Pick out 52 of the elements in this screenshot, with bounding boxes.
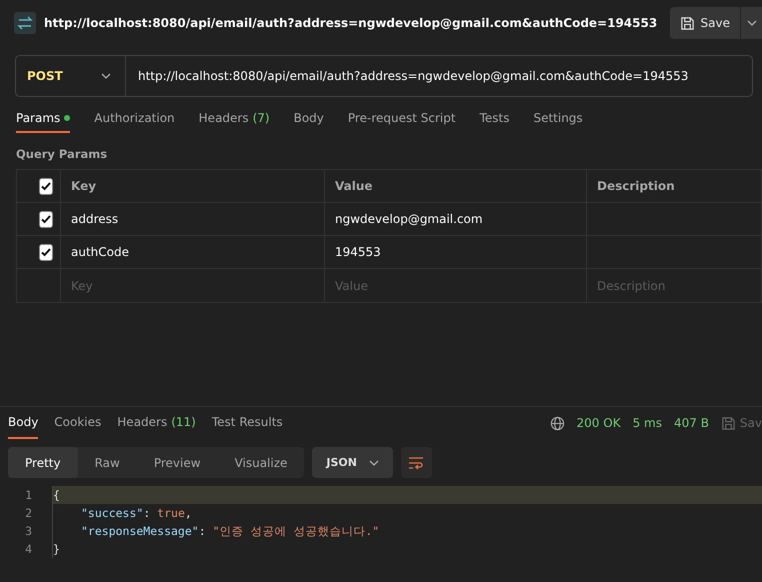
- wrap-button[interactable]: [400, 447, 432, 478]
- time-text: 5 ms: [632, 416, 662, 430]
- checkbox[interactable]: [39, 244, 53, 260]
- chevron-down-icon: [101, 73, 111, 79]
- table-cell[interactable]: ngwdevelop@gmail.com: [325, 203, 587, 236]
- request-tab[interactable]: Headers (7): [198, 105, 270, 133]
- code-line: "success": true,: [52, 504, 762, 522]
- status-text: 200 OK: [576, 416, 621, 430]
- request-tab[interactable]: Pre-request Script: [348, 105, 456, 133]
- line-number: 4: [24, 542, 33, 556]
- save-icon: [720, 416, 736, 430]
- table-cell[interactable]: authCode: [61, 236, 325, 269]
- save-icon: [680, 16, 695, 30]
- chevron-down-icon: [746, 20, 756, 26]
- method-dropdown[interactable]: POST: [16, 56, 126, 96]
- line-number: 2: [24, 506, 33, 520]
- format-dropdown[interactable]: JSON: [312, 447, 393, 478]
- column-header: Key: [61, 170, 325, 203]
- request-bar[interactable]: POST http://localhost:8080/api/email/auth?address=ngwdevelop@gmail.com&authCode=194553: [15, 55, 753, 97]
- request-tab[interactable]: Settings: [533, 105, 583, 133]
- column-header: Description: [587, 170, 762, 203]
- code-line: }: [52, 540, 762, 558]
- chevron-down-icon: [368, 460, 379, 466]
- response-tab[interactable]: Test Results: [212, 407, 283, 439]
- globe-icon: [550, 416, 565, 430]
- line-number: 3: [24, 524, 33, 538]
- view-tab[interactable]: Preview: [136, 447, 218, 478]
- request-tab[interactable]: Authorization: [94, 105, 175, 133]
- request-tab[interactable]: Body: [294, 105, 324, 133]
- http-icon: [14, 12, 36, 34]
- checkbox[interactable]: [39, 210, 53, 228]
- url-field[interactable]: http://localhost:8080/api/email/auth?address=ngwdevelop@gmail.com&authCode=194553: [126, 69, 752, 83]
- checkbox[interactable]: [39, 178, 53, 194]
- view-tab[interactable]: Pretty: [8, 447, 78, 478]
- table-cell[interactable]: 194553: [325, 236, 587, 269]
- line-number: 1: [24, 488, 33, 502]
- request-title: http://localhost:8080/api/email/auth?address=ngwdevelop@gmail.com&authCode=194553: [44, 16, 658, 30]
- view-tab[interactable]: Visualize: [218, 447, 304, 478]
- response-tab[interactable]: Headers (11): [117, 407, 196, 439]
- size-text: 407 B: [674, 416, 709, 430]
- response-tab[interactable]: Body: [8, 407, 38, 439]
- save-button[interactable]: Save: [670, 7, 740, 39]
- response-tab[interactable]: Cookies: [54, 407, 102, 439]
- table-cell[interactable]: address: [61, 203, 325, 236]
- request-tab[interactable]: Tests: [480, 105, 510, 133]
- view-tab[interactable]: Raw: [78, 447, 137, 478]
- code-line: "responseMessage": "인증 성공에 성공했습니다.": [52, 522, 762, 540]
- request-tab[interactable]: Params: [16, 105, 70, 133]
- save-options-button[interactable]: [740, 7, 762, 39]
- section-label: Query Params: [15, 146, 108, 163]
- wrap-lines-icon: [408, 456, 424, 470]
- column-header: Value: [325, 170, 587, 203]
